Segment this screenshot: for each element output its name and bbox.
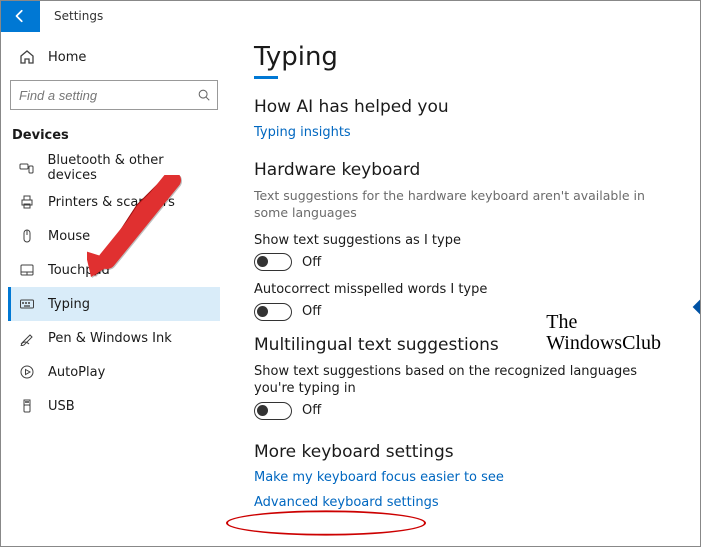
- search-icon: [197, 88, 211, 102]
- section-heading-multilingual: Multilingual text suggestions: [254, 335, 675, 355]
- toggle-state-autocorrect: Off: [302, 304, 321, 319]
- toggle-label-autocorrect: Autocorrect misspelled words I type: [254, 281, 654, 299]
- toggle-suggestions[interactable]: [254, 253, 292, 271]
- sidebar-item-autoplay[interactable]: AutoPlay: [8, 355, 220, 389]
- sidebar-item-label: Touchpad: [48, 263, 110, 278]
- toggle-label-suggestions: Show text suggestions as I type: [254, 232, 654, 250]
- sidebar: Home Devices Bluetooth & other devices P…: [0, 32, 228, 547]
- link-keyboard-focus[interactable]: Make my keyboard focus easier to see: [254, 470, 504, 485]
- printer-icon: [18, 193, 36, 211]
- search-box[interactable]: [10, 80, 218, 110]
- search-input[interactable]: [19, 88, 197, 103]
- toggle-autocorrect[interactable]: [254, 303, 292, 321]
- usb-icon: [18, 397, 36, 415]
- toggle-multilingual[interactable]: [254, 402, 292, 420]
- link-advanced-keyboard[interactable]: Advanced keyboard settings: [254, 495, 439, 510]
- app-title: Settings: [54, 9, 103, 23]
- sidebar-item-bluetooth[interactable]: Bluetooth & other devices: [8, 151, 220, 185]
- sidebar-item-typing[interactable]: Typing: [8, 287, 220, 321]
- watermark-logo-icon: [693, 289, 701, 326]
- sidebar-group-label: Devices: [8, 122, 220, 151]
- page-title: Typing: [254, 42, 675, 72]
- sidebar-item-label: AutoPlay: [48, 365, 105, 380]
- sidebar-home[interactable]: Home: [8, 40, 220, 74]
- sidebar-home-label: Home: [48, 50, 86, 65]
- bluetooth-icon: [18, 159, 35, 177]
- sidebar-item-label: Pen & Windows Ink: [48, 331, 172, 346]
- keyboard-icon: [18, 295, 36, 313]
- sidebar-item-pen[interactable]: Pen & Windows Ink: [8, 321, 220, 355]
- title-underline: [254, 76, 278, 79]
- sidebar-item-label: Typing: [48, 297, 90, 312]
- sidebar-item-label: Bluetooth & other devices: [47, 153, 212, 183]
- pen-icon: [18, 329, 36, 347]
- mouse-icon: [18, 227, 36, 245]
- section-heading-ai: How AI has helped you: [254, 97, 675, 117]
- sidebar-item-printers[interactable]: Printers & scanners: [8, 185, 220, 219]
- sidebar-item-label: Mouse: [48, 229, 90, 244]
- sidebar-item-usb[interactable]: USB: [8, 389, 220, 423]
- section-heading-more: More keyboard settings: [254, 442, 675, 462]
- sidebar-item-label: USB: [48, 399, 75, 414]
- link-typing-insights[interactable]: Typing insights: [254, 125, 351, 140]
- home-icon: [18, 48, 36, 66]
- main-content: Typing How AI has helped you Typing insi…: [228, 32, 701, 547]
- section-heading-hardware: Hardware keyboard: [254, 160, 675, 180]
- toggle-state-suggestions: Off: [302, 255, 321, 270]
- sidebar-item-mouse[interactable]: Mouse: [8, 219, 220, 253]
- sidebar-item-label: Printers & scanners: [48, 195, 175, 210]
- back-button[interactable]: [0, 0, 40, 32]
- toggle-label-multilingual: Show text suggestions based on the recog…: [254, 363, 654, 398]
- touchpad-icon: [18, 261, 36, 279]
- section-subtext-hardware: Text suggestions for the hardware keyboa…: [254, 188, 654, 222]
- sidebar-item-touchpad[interactable]: Touchpad: [8, 253, 220, 287]
- toggle-state-multilingual: Off: [302, 403, 321, 418]
- autoplay-icon: [18, 363, 36, 381]
- arrow-left-icon: [13, 9, 27, 23]
